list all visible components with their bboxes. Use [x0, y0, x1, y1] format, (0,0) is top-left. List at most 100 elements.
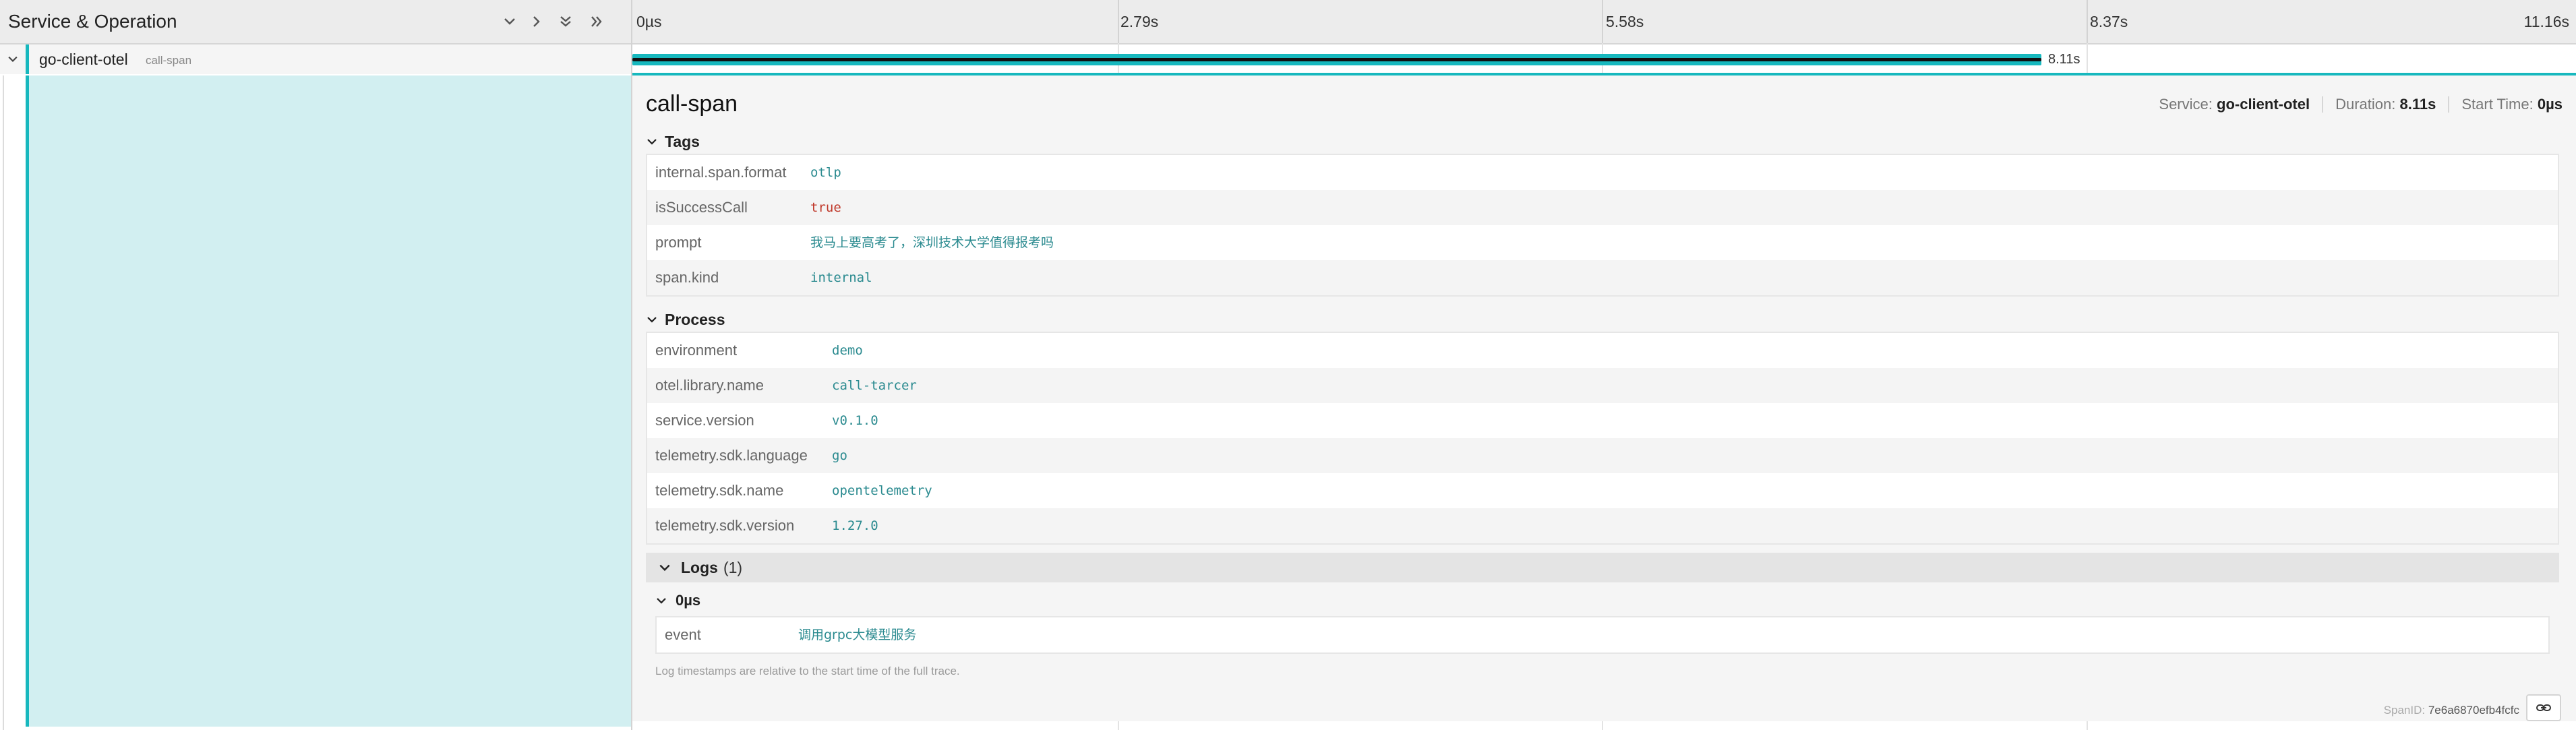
tick-gridline [1118, 0, 1119, 43]
process-key: service.version [655, 412, 754, 429]
span-detail-left-gutter [0, 75, 631, 730]
collapse-one-button[interactable] [523, 8, 550, 35]
process-row[interactable]: otel.library.name call-tarcer [647, 368, 2558, 403]
log-field-row[interactable]: event 调用grpc大模型服务 [657, 617, 2548, 652]
logs-count: (1) [723, 558, 743, 576]
chevron-down-icon [658, 561, 671, 574]
bottom-gridline [2087, 721, 2088, 730]
process-row[interactable]: telemetry.sdk.name opentelemetry [647, 473, 2558, 508]
process-table: environment demo otel.library.name call-… [646, 332, 2559, 545]
chevron-down-icon [504, 18, 515, 25]
log-entry-time: 0µs [676, 592, 701, 609]
bottom-gridline [1602, 721, 1603, 730]
row-gridline [2087, 43, 2088, 74]
duration-value: 8.11s [2399, 96, 2436, 113]
tags-section-toggle[interactable]: Tags [646, 131, 700, 152]
process-row[interactable]: service.version v0.1.0 [647, 403, 2558, 438]
span-toggle[interactable] [3, 44, 23, 74]
process-value: demo [832, 343, 863, 358]
span-title: call-span [646, 91, 738, 117]
tag-key: span.kind [655, 269, 719, 286]
service-label: Service: [2159, 96, 2213, 113]
chevron-right-icon [533, 16, 540, 27]
tag-key: internal.span.format [655, 164, 787, 181]
tag-value: otlp [810, 165, 841, 180]
tree-guide-line [3, 75, 4, 730]
log-entry-toggle[interactable]: 0µs [655, 589, 700, 612]
chevron-down-icon [646, 313, 658, 326]
collapse-all-button[interactable] [583, 8, 610, 35]
process-row[interactable]: telemetry.sdk.version 1.27.0 [647, 508, 2558, 543]
logs-label: Logs [681, 558, 718, 576]
span-duration-bar[interactable] [632, 54, 2041, 65]
chevron-down-icon [646, 135, 658, 148]
duration-label: Duration: [2335, 96, 2396, 113]
timeline-header: Service & Operation 0µs 2.79s 5.58s 8.37… [0, 0, 2576, 44]
chevron-down-icon [8, 56, 18, 63]
double-chevron-down-icon [560, 16, 571, 27]
logs-section-toggle[interactable]: Logs (1) [646, 553, 2559, 582]
process-key: environment [655, 342, 738, 359]
process-value: 1.27.0 [832, 518, 878, 533]
column-title: Service & Operation [8, 11, 177, 32]
process-label: Process [665, 311, 725, 328]
tag-value: internal [810, 270, 872, 285]
log-timestamp-note: Log timestamps are relative to the start… [655, 665, 960, 677]
operation-name: call-span [146, 54, 192, 67]
chevron-down-icon [655, 595, 667, 607]
link-icon [2536, 704, 2551, 711]
span-detail-panel: call-span Service: go-client-otel Durati… [632, 75, 2576, 721]
process-row[interactable]: telemetry.sdk.language go [647, 438, 2558, 473]
tick-gridline [2087, 0, 2088, 43]
process-row[interactable]: environment demo [647, 333, 2558, 368]
process-key: otel.library.name [655, 377, 764, 394]
service-color-bar [26, 44, 29, 74]
expand-one-button[interactable] [496, 8, 523, 35]
span-id-label: SpanID: [2383, 704, 2426, 717]
selected-span-highlight [29, 75, 631, 727]
tags-table: internal.span.format otlp isSuccessCall … [646, 154, 2559, 297]
tag-row[interactable]: span.kind internal [647, 260, 2558, 295]
tick-label-1: 2.79s [1120, 13, 1159, 30]
copy-deep-link-button[interactable] [2526, 694, 2561, 721]
tag-value: 我马上要高考了，深圳技术大学值得报考吗 [810, 235, 1054, 250]
tag-key: prompt [655, 234, 702, 251]
meta-divider [2322, 96, 2324, 113]
process-key: telemetry.sdk.language [655, 447, 808, 464]
span-meta: Service: go-client-otel Duration: 8.11s … [2159, 94, 2563, 115]
span-bar-inner [632, 58, 2041, 61]
tick-label-4: 11.16s [2523, 13, 2569, 30]
span-id-value: 7e6a6870efb4fcfc [2428, 704, 2519, 717]
service-name: go-client-otel [39, 51, 128, 68]
tag-row[interactable]: internal.span.format otlp [647, 155, 2558, 190]
span-row[interactable]: go-client-otel call-span [0, 44, 631, 74]
start-time-label: Start Time: [2461, 96, 2534, 113]
span-duration-label: 8.11s [2048, 52, 2080, 67]
tag-key: isSuccessCall [655, 199, 748, 216]
log-field-value: 调用grpc大模型服务 [798, 628, 917, 642]
process-value: opentelemetry [832, 483, 932, 498]
service-value: go-client-otel [2217, 96, 2310, 113]
log-fields-table: event 调用grpc大模型服务 [655, 616, 2550, 654]
tag-row[interactable]: isSuccessCall true [647, 190, 2558, 225]
tick-label-3: 8.37s [2090, 13, 2128, 30]
process-key: telemetry.sdk.name [655, 482, 784, 499]
tags-label: Tags [665, 133, 700, 150]
span-id: SpanID: 7e6a6870efb4fcfc [2384, 702, 2519, 719]
tick-label-2: 5.58s [1606, 13, 1644, 30]
tag-row[interactable]: prompt 我马上要高考了，深圳技术大学值得报考吗 [647, 225, 2558, 260]
tick-label-0: 0µs [636, 13, 662, 30]
double-chevron-right-icon [591, 16, 602, 27]
bottom-gridline [1118, 721, 1119, 730]
tag-value: true [810, 200, 841, 215]
log-field-key: event [665, 626, 701, 643]
process-value: v0.1.0 [832, 413, 878, 428]
process-value: go [832, 448, 847, 463]
process-key: telemetry.sdk.version [655, 517, 795, 534]
tick-gridline [1602, 0, 1603, 43]
start-time-value: 0µs [2537, 96, 2563, 113]
expand-all-button[interactable] [552, 8, 579, 35]
meta-divider [2448, 96, 2450, 113]
process-section-toggle[interactable]: Process [646, 309, 725, 330]
process-value: call-tarcer [832, 378, 917, 393]
